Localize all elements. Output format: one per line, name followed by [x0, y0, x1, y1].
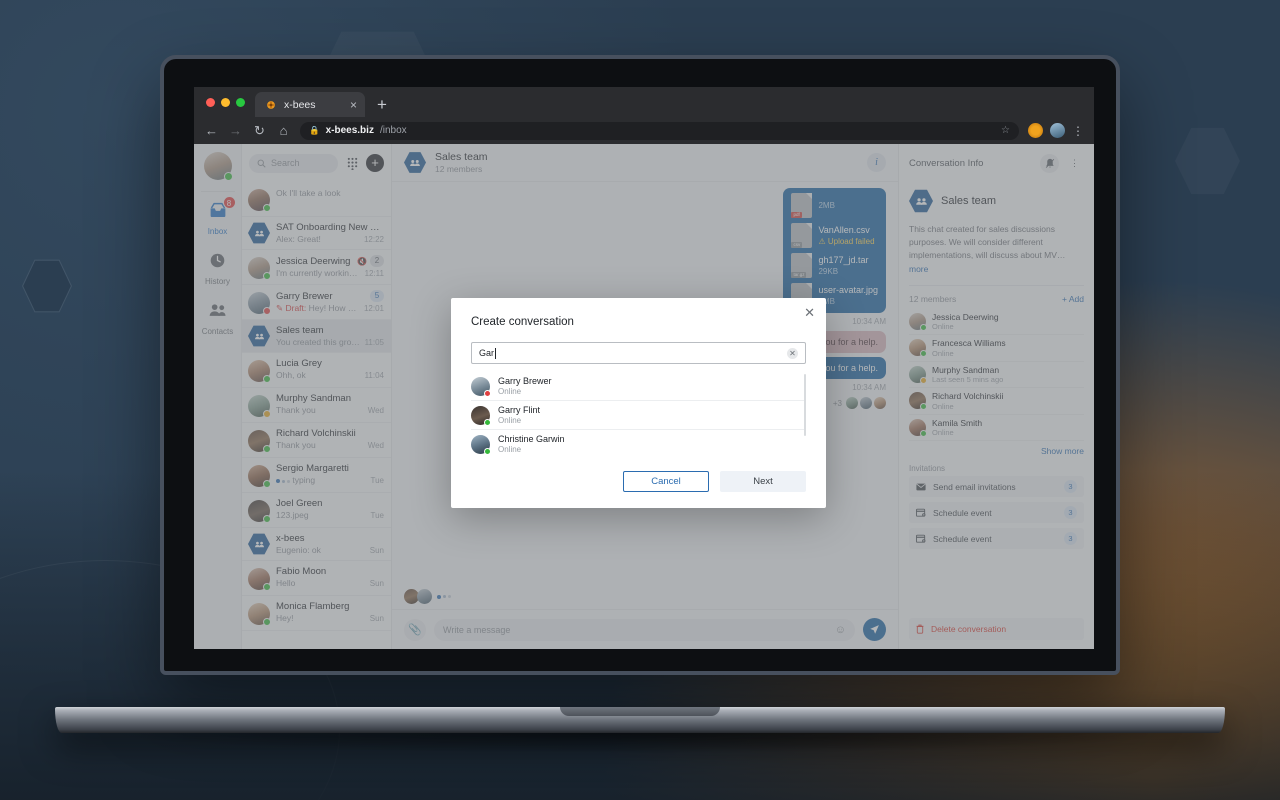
contact-info: Garry Brewer Online	[498, 376, 552, 396]
browser-tab-bar: x-bees × +	[194, 87, 1094, 117]
laptop-lid: x-bees × + ← → ↻ ⌂ 🔒 x-bees.biz/inbox ☆	[160, 55, 1120, 675]
contact-results-items: Garry Brewer Online Garry Flint Online Chris…	[471, 372, 806, 454]
contact-result-item[interactable]: Christine Garwin Online	[471, 430, 806, 454]
lock-icon: 🔒	[309, 125, 320, 135]
presence-indicator	[484, 389, 491, 397]
cancel-button[interactable]: Cancel	[623, 471, 709, 492]
text-caret	[495, 347, 497, 359]
extension-bee-icon[interactable]	[1028, 123, 1043, 138]
laptop-screen: x-bees × + ← → ↻ ⌂ 🔒 x-bees.biz/inbox ☆	[194, 87, 1094, 649]
scene-background: x-bees × + ← → ↻ ⌂ 🔒 x-bees.biz/inbox ☆	[0, 0, 1280, 800]
create-conversation-dialog: ✕ Create conversation Gar ✕ Garry Brewer…	[451, 298, 826, 508]
contact-name: Garry Flint	[498, 405, 541, 415]
browser-tab-title: x-bees	[284, 98, 316, 111]
url-domain: x-bees.biz	[325, 125, 374, 136]
contact-avatar	[471, 434, 491, 454]
browser-tab[interactable]: x-bees ×	[255, 92, 365, 117]
close-icon[interactable]: ✕	[804, 306, 815, 319]
contact-avatar	[471, 405, 491, 426]
address-bar[interactable]: 🔒 x-bees.biz/inbox ☆	[300, 121, 1019, 140]
presence-indicator	[484, 447, 491, 454]
modal-overlay: ✕ Create conversation Gar ✕ Garry Brewer…	[194, 144, 1094, 649]
maximize-window-button[interactable]	[236, 97, 245, 107]
laptop-base	[55, 707, 1225, 733]
contact-name: Christine Garwin	[498, 434, 565, 444]
next-button[interactable]: Next	[720, 471, 806, 492]
contact-result-item[interactable]: Garry Flint Online	[471, 401, 806, 430]
laptop-mockup: x-bees × + ← → ↻ ⌂ 🔒 x-bees.biz/inbox ☆	[55, 55, 1225, 753]
contact-result-item[interactable]: Garry Brewer Online	[471, 372, 806, 401]
presence-indicator	[484, 418, 491, 426]
laptop-base-shadow	[100, 731, 1180, 753]
home-icon[interactable]: ⌂	[276, 123, 291, 138]
url-path: /inbox	[379, 125, 407, 136]
contact-status: Online	[498, 416, 522, 425]
dialog-actions: Cancel Next	[471, 471, 806, 492]
close-window-button[interactable]	[206, 97, 215, 107]
new-tab-button[interactable]: +	[365, 96, 397, 117]
close-tab-icon[interactable]: ×	[350, 99, 357, 111]
contact-search-input[interactable]: Gar ✕	[471, 342, 806, 364]
dialog-title: Create conversation	[471, 316, 574, 328]
results-scrollbar[interactable]	[803, 374, 806, 436]
reload-icon[interactable]: ↻	[252, 123, 267, 139]
contact-search-value: Gar	[479, 348, 495, 358]
window-controls	[204, 87, 255, 117]
bookmark-star-icon[interactable]: ☆	[1001, 125, 1010, 136]
clear-input-icon[interactable]: ✕	[787, 347, 798, 359]
forward-icon[interactable]: →	[228, 123, 243, 138]
x-bees-app: 8 Inbox History	[194, 144, 1094, 649]
laptop-base-notch	[560, 707, 720, 716]
browser-menu-icon[interactable]: ⋮	[1072, 125, 1084, 137]
minimize-window-button[interactable]	[221, 97, 230, 107]
contact-name: Garry Brewer	[498, 376, 552, 386]
bee-icon	[267, 100, 275, 109]
back-icon[interactable]: ←	[204, 123, 219, 138]
contact-status: Online	[498, 387, 522, 396]
browser-url-bar: ← → ↻ ⌂ 🔒 x-bees.biz/inbox ☆ ⋮	[194, 117, 1094, 144]
browser-toolbar-right: ⋮	[1028, 123, 1084, 138]
contact-status: Online	[498, 445, 522, 454]
contact-info: Christine Garwin Online	[498, 434, 565, 454]
contact-results-list[interactable]: Garry Brewer Online Garry Flint Online Chris…	[471, 372, 806, 454]
contact-avatar	[471, 376, 491, 397]
profile-avatar-icon[interactable]	[1050, 123, 1065, 138]
decorative-hexagon-right	[1175, 128, 1240, 194]
contact-info: Garry Flint Online	[498, 405, 540, 425]
